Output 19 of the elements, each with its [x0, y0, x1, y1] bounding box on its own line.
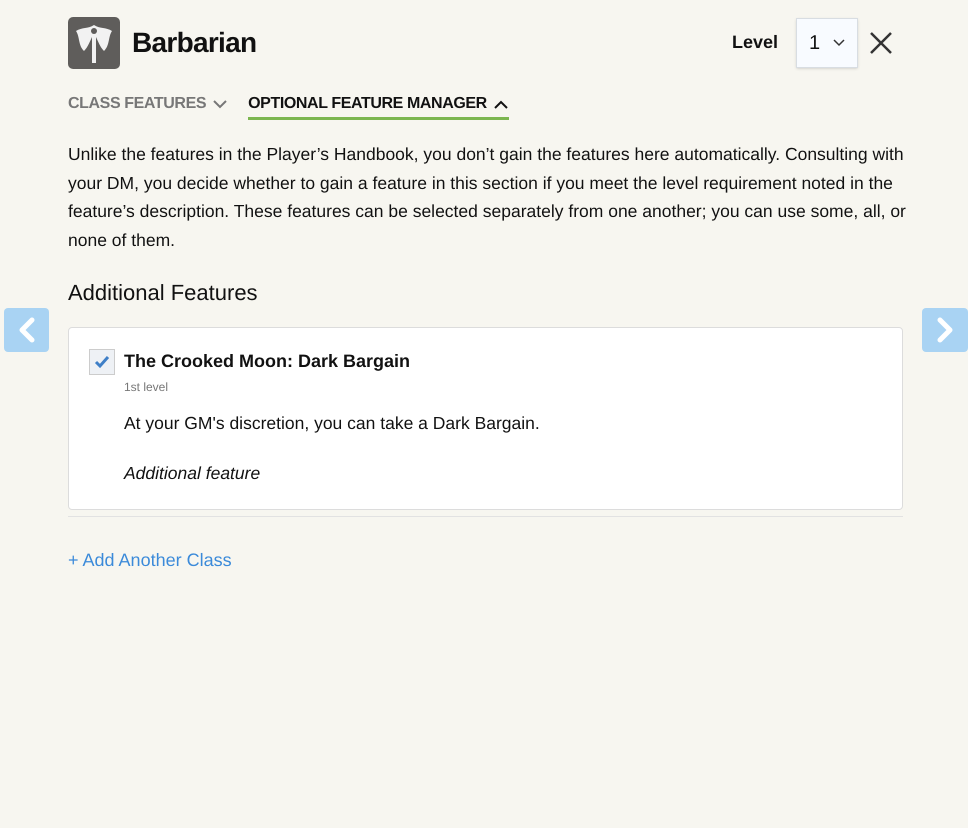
- feature-source: Additional feature: [124, 462, 262, 486]
- chevron-down-icon: [833, 38, 845, 46]
- checkbox[interactable]: [89, 348, 115, 374]
- feature-description: At your GM's discretion, you can take a Dark Bargain.: [124, 412, 541, 435]
- intro-paragraph: Unlike the features in the Player’s Handbook, you don’t gain the features here automatically. Consulting with your DM, you decide whether to gain a feature in this section if you meet the level requirement noted in the feature’s description. These features can be selected separately from one another; you can use some, all, or none of them.: [68, 143, 907, 252]
- section-heading: Additional Features: [68, 279, 259, 307]
- close-button[interactable]: [868, 30, 894, 56]
- level-select[interactable]: 1: [796, 18, 858, 68]
- class-title: Barbarian: [132, 26, 256, 60]
- feature-level: 1st level: [124, 379, 170, 396]
- chevron-left-icon: [18, 317, 36, 343]
- feature-title: The Crooked Moon: Dark Bargain: [124, 350, 410, 373]
- level-label: Level: [732, 31, 778, 54]
- class-emblem-icon: [68, 16, 120, 68]
- chevron-right-icon: [936, 317, 954, 343]
- tab[interactable]: CLASS FEATURES: [68, 90, 228, 120]
- tab[interactable]: OPTIONAL FEATURE MANAGER: [248, 90, 509, 120]
- close-icon: [869, 30, 893, 54]
- checkmark-icon: [94, 354, 110, 368]
